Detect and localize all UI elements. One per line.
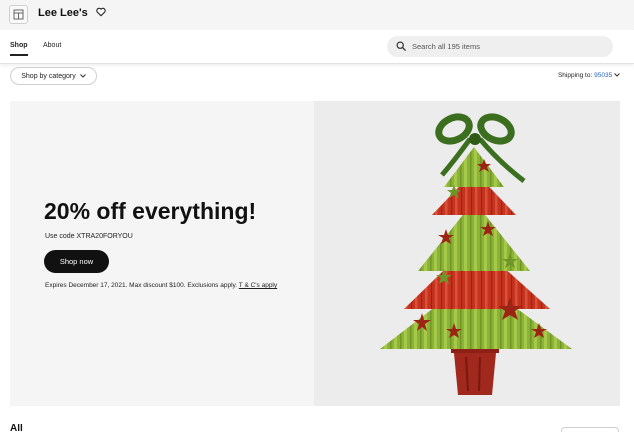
category-button-label: Shop by category: [21, 72, 76, 80]
shop-header-bar: Lee Lee's: [0, 0, 634, 30]
active-tab-indicator: [10, 54, 28, 56]
shop-nav: Shop About Search all 195 items: [0, 30, 634, 64]
promo-code-text: Use code XTRA20FORYOU: [45, 233, 133, 240]
shipping-zip[interactable]: 95035: [594, 72, 612, 79]
search-icon: [396, 41, 406, 51]
store-name[interactable]: Lee Lee's: [38, 6, 88, 20]
storefront-icon[interactable]: [9, 5, 28, 24]
tab-shop[interactable]: Shop: [10, 41, 28, 50]
terms-link[interactable]: T & C's apply: [239, 282, 277, 289]
heart-icon[interactable]: [96, 7, 106, 17]
chevron-down-icon: [79, 74, 86, 78]
shop-now-button[interactable]: Shop now: [44, 250, 109, 273]
search-input[interactable]: Search all 195 items: [387, 36, 613, 57]
promo-banner: 20% off everything! Use code XTRA20FORYO…: [10, 101, 620, 406]
shipping-label: Shipping to:: [557, 72, 593, 79]
promo-fine-print: Expires December 17, 2021. Max discount …: [45, 281, 285, 291]
chevron-down-icon: [614, 73, 620, 77]
sort-dropdown-partial[interactable]: [561, 427, 619, 432]
shipping-selector[interactable]: Shipping to: 95035: [558, 72, 620, 80]
section-heading-partial: All: [10, 424, 23, 432]
shop-by-category-button[interactable]: Shop by category: [10, 67, 97, 85]
search-placeholder: Search all 195 items: [412, 42, 480, 51]
promo-headline: 20% off everything!: [44, 198, 257, 224]
fine-print-text: Expires December 17, 2021. Max discount …: [45, 282, 238, 289]
christmas-tree-illustration: [380, 113, 572, 395]
tab-about[interactable]: About: [43, 41, 61, 50]
